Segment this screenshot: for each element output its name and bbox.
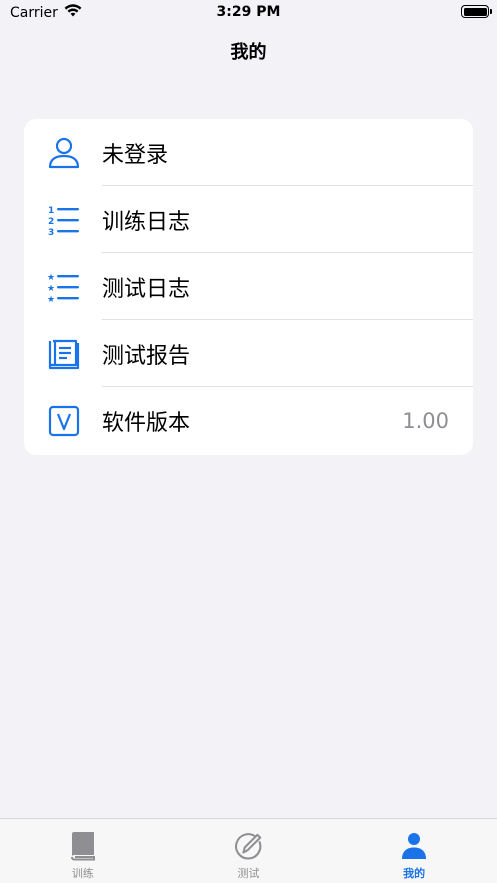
page-title: 我的 [230, 42, 267, 63]
numbered-list-icon: 1 2 3 [46, 202, 82, 238]
version-value: 1.00 [402, 408, 449, 433]
person-icon [46, 135, 82, 171]
menu-item-login[interactable]: 未登录 [24, 119, 473, 186]
tab-me[interactable]: 我的 [331, 819, 497, 883]
menu-item-test-report[interactable]: 测试报告 [24, 320, 473, 387]
svg-text:3: 3 [48, 228, 54, 237]
menu-card: 未登录 1 2 3 训练日志 ★ ★ ★ 测试日志 测试报告 软件版本 1.00 [24, 119, 473, 455]
report-book-icon [46, 336, 82, 372]
tab-bar: 训练 测试 我的 [0, 818, 497, 883]
starred-list-icon: ★ ★ ★ [46, 269, 82, 305]
menu-item-label: 未登录 [102, 142, 169, 168]
version-v-icon [46, 403, 82, 439]
svg-text:2: 2 [48, 217, 54, 227]
book-icon [69, 831, 97, 861]
tab-test[interactable]: 测试 [166, 819, 332, 883]
menu-item-label: 测试日志 [102, 276, 191, 302]
tab-label: 测试 [237, 867, 260, 880]
svg-text:★: ★ [47, 284, 55, 294]
svg-text:★: ★ [47, 273, 55, 283]
status-time: 3:29 PM [216, 4, 281, 20]
menu-item-software-version[interactable]: 软件版本 1.00 [24, 387, 473, 454]
menu-item-label: 训练日志 [102, 209, 191, 235]
svg-text:★: ★ [47, 295, 55, 304]
menu-item-label: 测试报告 [102, 343, 191, 369]
menu-item-training-log[interactable]: 1 2 3 训练日志 [24, 186, 473, 253]
compass-pencil-icon [234, 831, 263, 861]
tab-label: 训练 [71, 867, 94, 880]
person-fill-icon [400, 831, 428, 861]
svg-text:1: 1 [48, 206, 54, 216]
status-right [461, 5, 492, 18]
tab-label: 我的 [403, 867, 426, 880]
battery-icon [461, 5, 492, 18]
status-bar: Carrier 3:29 PM [0, 0, 497, 26]
tab-training[interactable]: 训练 [0, 819, 166, 883]
menu-item-test-log[interactable]: ★ ★ ★ 测试日志 [24, 253, 473, 320]
menu-item-label: 软件版本 [102, 410, 191, 436]
